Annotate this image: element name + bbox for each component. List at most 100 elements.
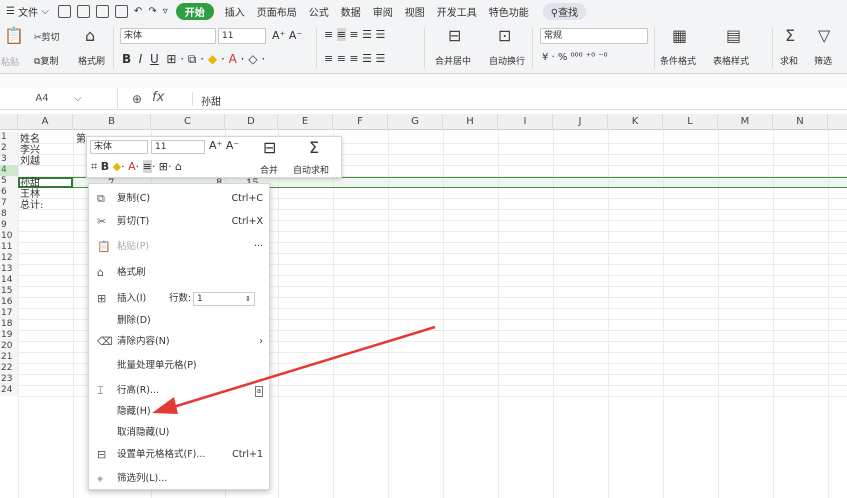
row-header-18[interactable]: 18 (0, 319, 18, 330)
cell-a4[interactable]: 孙甜 (20, 178, 40, 189)
conditional-format-icon[interactable]: ▦ (672, 26, 687, 45)
font-style-buttons[interactable]: B I U ⊞ · ⧉ · ◆ · A · ◇ · (122, 52, 265, 67)
mini-font-size-icons[interactable]: A⁺ A⁻ (209, 139, 239, 152)
row-header-13[interactable]: 13 (0, 264, 18, 275)
paste-icon[interactable]: 📋 (4, 26, 24, 45)
row-header-14[interactable]: 14 (0, 275, 18, 286)
row-header-6[interactable]: 6 (0, 187, 18, 198)
formula-input[interactable]: 孙甜 (201, 93, 221, 108)
customize-icon[interactable]: ▿ (160, 0, 171, 22)
col-header-m[interactable]: M (718, 114, 773, 130)
col-header-e[interactable]: E (278, 114, 333, 130)
menu-clear-contents[interactable]: ⌫ 清除内容(N) › (89, 332, 271, 352)
mini-merge-icon[interactable]: ⊟ (263, 138, 276, 157)
menu-insert[interactable]: ⊞ 插入(I) 行数: 1 ⇕ (89, 289, 271, 309)
row-header-8[interactable]: 8 (0, 209, 18, 220)
menu-copy[interactable]: ⧉ 复制(C) Ctrl+C (89, 189, 271, 209)
tab-formulas[interactable]: 公式 (303, 0, 335, 22)
export-icon[interactable] (76, 4, 90, 18)
col-header-a[interactable]: A (18, 114, 73, 130)
menu-batch-process[interactable]: 批量处理单元格(P) (89, 356, 271, 376)
tab-special[interactable]: 特色功能 (483, 0, 535, 22)
tab-page-layout[interactable]: 页面布局 (251, 0, 303, 22)
row-header-21[interactable]: 21 (0, 352, 18, 363)
cell-a1[interactable]: 姓名 (20, 134, 40, 145)
row-header-5[interactable]: 5 (0, 176, 18, 187)
menu-format-cells[interactable]: ⊟ 设置单元格格式(F)... Ctrl+1 (89, 445, 271, 465)
row-header-12[interactable]: 12 (0, 253, 18, 264)
font-name-select[interactable]: 宋体 (120, 28, 216, 44)
autofit-icon[interactable]: a (254, 386, 263, 397)
select-all-corner[interactable] (0, 114, 18, 130)
tab-developer[interactable]: 开发工具 (431, 0, 483, 22)
tab-view[interactable]: 视图 (399, 0, 431, 22)
row-header-1[interactable]: 1 (0, 132, 18, 143)
wrap-icon[interactable]: ⊡ (498, 26, 511, 45)
merge-center-button[interactable]: 合并居中 (435, 54, 471, 67)
merge-icon[interactable]: ⊟ (448, 26, 461, 45)
filter-button[interactable]: 筛选 (814, 54, 832, 67)
filter-icon[interactable]: ▽ (818, 26, 830, 45)
row-header-10[interactable]: 10 (0, 231, 18, 242)
row-header-24[interactable]: 24 (0, 385, 18, 396)
col-header-l[interactable]: L (663, 114, 718, 130)
paste-button[interactable]: 粘贴 (1, 55, 19, 68)
format-painter-button[interactable]: 格式刷 (78, 54, 105, 67)
copy-button[interactable]: ⧉复制 (34, 54, 58, 67)
conditional-format-button[interactable]: 条件格式 (660, 54, 696, 67)
fx-icon[interactable]: fx (152, 90, 164, 105)
row-header-22[interactable]: 22 (0, 363, 18, 374)
cell-a5[interactable]: 王林 (20, 189, 40, 200)
mini-font-select[interactable]: 宋体 (90, 140, 148, 154)
col-header-h[interactable]: H (443, 114, 498, 130)
row-header-7[interactable]: 7 (0, 198, 18, 209)
save-icon[interactable] (57, 4, 71, 18)
mini-merge-button[interactable]: 合并 (260, 163, 278, 176)
stepper-icon[interactable]: ⇕ (245, 293, 251, 305)
file-menu[interactable]: ☰ 文件 ⌵ (0, 0, 55, 22)
menu-paste[interactable]: 📋 粘贴(P) ··· (89, 237, 271, 257)
table-style-icon[interactable]: ▤ (726, 26, 741, 45)
align-top-icons[interactable]: ≡ ≡ ≡ ☰ ☰ (324, 28, 385, 41)
font-size-adjust-icons[interactable]: A⁺ A⁻ (272, 29, 302, 42)
menu-unhide[interactable]: 取消隐藏(U) (89, 423, 271, 443)
brush-icon[interactable]: ⌂ (85, 26, 95, 45)
mini-autosum-button[interactable]: 自动求和 (293, 163, 329, 176)
tab-insert[interactable]: 插入 (219, 0, 251, 22)
search-box[interactable]: ⚲查找 (542, 2, 587, 20)
sum-button[interactable]: 求和 (780, 54, 798, 67)
row-header-16[interactable]: 16 (0, 297, 18, 308)
cell-a3[interactable]: 刘越 (20, 156, 40, 167)
menu-filter-column[interactable]: ◈ 筛选列(L)... (89, 469, 271, 489)
col-header-j[interactable]: J (553, 114, 608, 130)
wrap-text-button[interactable]: 自动换行 (489, 54, 525, 67)
col-header-d[interactable]: D (225, 114, 278, 130)
menu-cut[interactable]: ✂ 剪切(T) Ctrl+X (89, 212, 271, 232)
rows-count-input[interactable]: 1 ⇕ (193, 292, 255, 306)
col-header-f[interactable]: F (333, 114, 388, 130)
row-header-3[interactable]: 3 (0, 154, 18, 165)
mini-size-select[interactable]: 11 (151, 140, 205, 154)
row-header-17[interactable]: 17 (0, 308, 18, 319)
row-header-9[interactable]: 9 (0, 220, 18, 231)
menu-row-height[interactable]: ⌶ 行高(R)... a (89, 381, 271, 401)
zoom-icon[interactable]: ⊕ (132, 92, 142, 106)
tab-review[interactable]: 审阅 (367, 0, 399, 22)
cell-a2[interactable]: 李兴 (20, 145, 40, 156)
align-left-icons[interactable]: ≡ ≡ ≡ ☰ ☰ (324, 52, 385, 65)
table-style-button[interactable]: 表格样式 (713, 54, 749, 67)
mini-sum-icon[interactable]: Σ (309, 138, 319, 157)
col-header-c[interactable]: C (151, 114, 225, 130)
print-icon[interactable] (95, 4, 109, 18)
redo-icon[interactable]: ↷ (145, 0, 159, 22)
tab-home[interactable]: 开始 (175, 2, 214, 20)
row-header-2[interactable]: 2 (0, 143, 18, 154)
undo-icon[interactable]: ↶ (131, 0, 145, 22)
row-header-11[interactable]: 11 (0, 242, 18, 253)
number-format-icons[interactable]: ¥ · % ⁰⁰⁰ ⁺⁰ ⁻⁰ (542, 52, 608, 63)
menu-hide[interactable]: 隐藏(H) (89, 402, 271, 422)
col-header-g[interactable]: G (388, 114, 443, 130)
row-header-20[interactable]: 20 (0, 341, 18, 352)
cell-a6[interactable]: 总计: (20, 200, 43, 211)
name-box[interactable]: A4 ⌵ (0, 88, 118, 110)
